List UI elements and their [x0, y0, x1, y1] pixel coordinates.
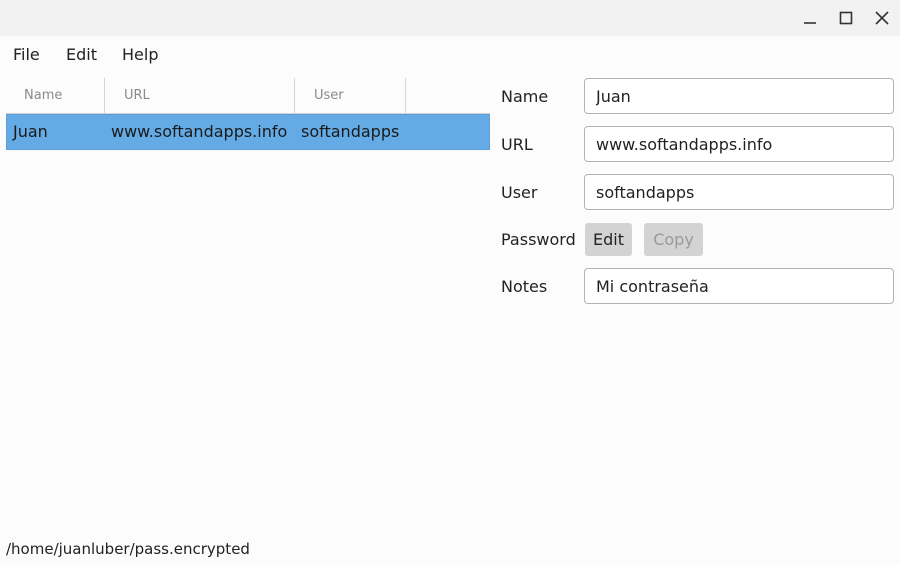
name-field[interactable] [584, 78, 894, 114]
menu-bar: File Edit Help [0, 36, 900, 72]
user-label: User [501, 183, 538, 202]
column-separator[interactable] [405, 78, 406, 113]
column-header-url[interactable]: URL [124, 78, 150, 113]
table-row[interactable]: Juan www.softandapps.info softandapps [6, 114, 490, 150]
entries-table: Name URL User Juan www.softandapps.info … [6, 78, 490, 150]
password-label: Password [501, 230, 576, 249]
minimize-button[interactable] [798, 6, 822, 30]
maximize-icon [839, 11, 853, 25]
minimize-icon [804, 22, 816, 24]
title-bar [0, 0, 900, 36]
menu-file[interactable]: File [13, 45, 40, 64]
close-button[interactable] [870, 6, 894, 30]
table-header: Name URL User [6, 78, 490, 114]
url-field[interactable] [584, 126, 894, 162]
column-header-name[interactable]: Name [24, 78, 62, 113]
copy-password-button[interactable]: Copy [644, 223, 703, 256]
notes-field[interactable] [584, 268, 894, 304]
user-field[interactable] [584, 174, 894, 210]
file-path-status: /home/juanluber/pass.encrypted [6, 540, 250, 558]
url-label: URL [501, 135, 533, 154]
maximize-button[interactable] [834, 6, 858, 30]
cell-name: Juan [13, 122, 48, 141]
cell-user: softandapps [301, 122, 400, 141]
menu-help[interactable]: Help [122, 45, 158, 64]
column-header-user[interactable]: User [314, 78, 344, 113]
close-icon [875, 11, 889, 25]
column-separator[interactable] [294, 78, 295, 113]
edit-password-button[interactable]: Edit [585, 223, 632, 256]
column-separator[interactable] [104, 78, 105, 113]
name-label: Name [501, 87, 549, 106]
menu-edit[interactable]: Edit [66, 45, 97, 64]
notes-label: Notes [501, 277, 548, 296]
cell-url: www.softandapps.info [111, 122, 288, 141]
